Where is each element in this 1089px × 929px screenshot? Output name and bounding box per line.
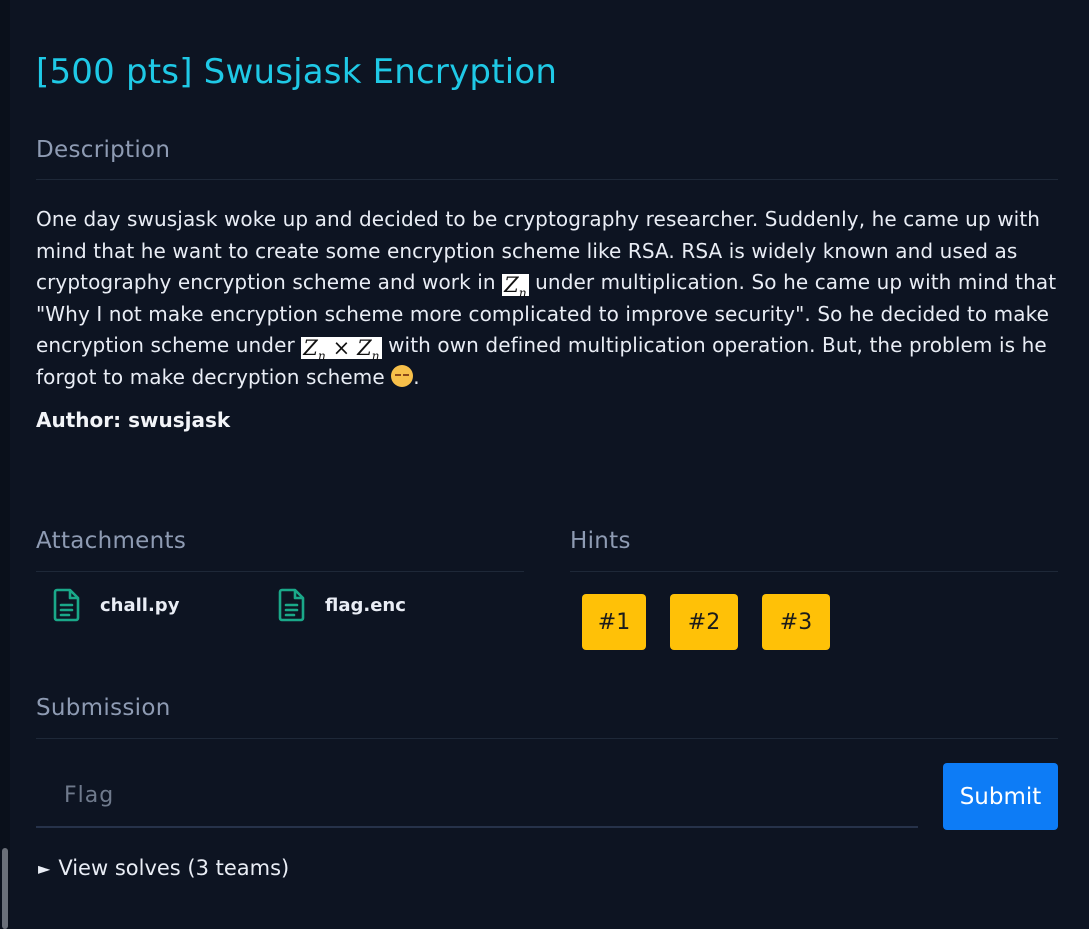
submission-heading: Submission — [36, 695, 171, 721]
file-text-icon — [278, 588, 305, 622]
attachment-name: flag.enc — [325, 594, 406, 616]
description-text: One day swusjask woke up and decided to … — [36, 204, 1058, 393]
math-zn: Zn — [502, 273, 529, 299]
description-segment: . — [413, 364, 420, 389]
hint-1-button[interactable]: #1 — [582, 594, 646, 650]
attachment-flag-enc[interactable]: flag.enc — [277, 588, 406, 622]
math-subscript: n — [371, 349, 380, 364]
challenge-title: [500 pts] Swusjask Encryption — [36, 52, 558, 92]
attachments-heading: Attachments — [36, 528, 187, 554]
math-zn-times-zn: Zn × Zn — [301, 336, 382, 362]
disclosure-triangle-icon: ► — [38, 858, 51, 878]
math-subscript: n — [518, 286, 527, 301]
submission-divider — [36, 738, 1058, 739]
attachment-name: chall.py — [100, 594, 180, 616]
scrollbar-thumb[interactable] — [2, 848, 8, 929]
hints-divider — [570, 571, 1058, 572]
math-symbol: Z — [303, 336, 318, 360]
math-symbol: Z — [504, 273, 519, 297]
math-operator: × — [325, 336, 358, 360]
submit-button[interactable]: Submit — [943, 763, 1058, 830]
view-solves-label: View solves (3 teams) — [58, 856, 290, 880]
hint-2-button[interactable]: #2 — [670, 594, 738, 650]
description-heading: Description — [36, 137, 171, 163]
hint-3-button[interactable]: #3 — [762, 594, 830, 650]
left-scrollbar-track[interactable] — [0, 0, 10, 929]
pensive-face-emoji-icon — [391, 364, 414, 387]
author-line: Author: swusjask — [36, 408, 231, 432]
description-divider — [36, 179, 1058, 180]
view-solves-toggle[interactable]: ► View solves (3 teams) — [38, 856, 289, 880]
math-subscript: n — [317, 349, 326, 364]
math-symbol: Z — [357, 336, 372, 360]
file-text-icon — [53, 588, 80, 622]
flag-input[interactable] — [36, 764, 918, 828]
attachments-divider — [36, 571, 524, 572]
attachment-chall-py[interactable]: chall.py — [52, 588, 179, 622]
hints-heading: Hints — [570, 528, 631, 554]
